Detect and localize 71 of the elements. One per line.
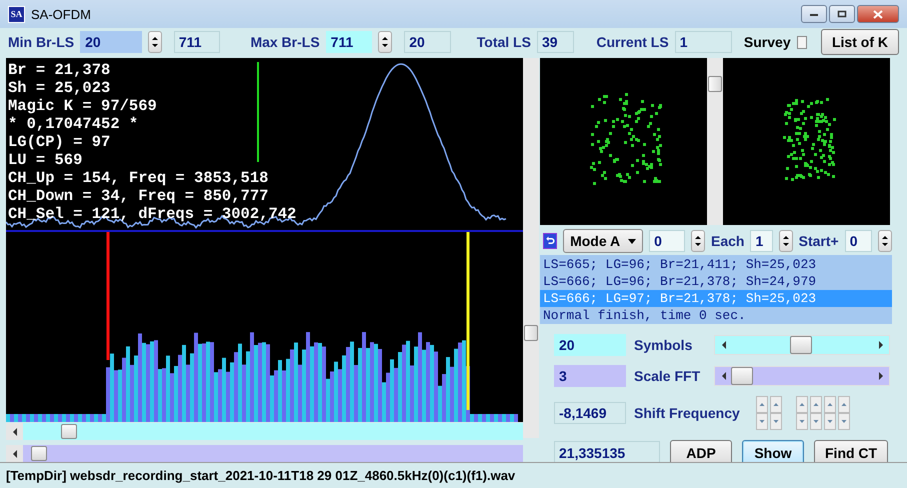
left-arrow-icon	[12, 450, 18, 458]
field-label: Current LS	[596, 34, 669, 50]
value-field: 1	[674, 31, 732, 53]
survey-checkbox[interactable]	[796, 36, 807, 48]
spinner-button[interactable]	[690, 230, 706, 252]
field-label: Shift Frequency	[634, 405, 741, 421]
spinner-button[interactable]	[878, 230, 892, 252]
log-entry[interactable]: LS=665; LG=96; Br=21,411; Sh=25,023	[540, 256, 892, 273]
readout-text: LU = 569	[8, 151, 82, 169]
input-field[interactable]: 0	[844, 230, 872, 252]
minimize-icon	[809, 11, 819, 17]
field-label: Max Br-LS	[250, 34, 320, 50]
scrollbar[interactable]	[523, 58, 539, 438]
scrollbar[interactable]	[6, 445, 523, 462]
mode-dropdown[interactable]: Mode A	[563, 229, 644, 253]
input-field[interactable]: 20	[80, 31, 142, 53]
spinner-button[interactable]	[378, 31, 392, 53]
input-field[interactable]: 20	[554, 334, 626, 356]
readout-text: CH_Sel = 121, dFreqs = 3002,742	[8, 205, 296, 223]
readout-text: Br = 21,378	[8, 61, 110, 79]
value-field: 39	[536, 31, 574, 53]
right-arrow-icon	[878, 341, 884, 349]
spinner-button[interactable]	[148, 31, 162, 53]
field-label: Start+	[798, 233, 839, 249]
left-arrow-icon	[720, 372, 726, 380]
value-field: -8,1469	[554, 402, 626, 424]
slider[interactable]	[714, 366, 890, 386]
input-field[interactable]: 0	[649, 230, 685, 252]
close-button[interactable]	[857, 5, 899, 23]
field-label: Scale FFT	[634, 368, 702, 384]
slider-thumb[interactable]	[731, 367, 754, 385]
right-arrow-icon	[878, 372, 884, 380]
checkbox-label: Survey	[744, 34, 791, 50]
readout-text: CH_Down = 34, Freq = 850,777	[8, 187, 268, 205]
caret-icon	[628, 238, 636, 244]
readout-text: CH_Up = 154, Freq = 3853,518	[8, 169, 268, 187]
scrollbar-thumb[interactable]	[524, 325, 538, 341]
readout-text: LG(CP) = 97	[8, 133, 110, 151]
readout-text: * 0,17047452 *	[8, 115, 138, 133]
window-title: SA-OFDM	[31, 6, 91, 22]
scrollbar-thumb[interactable]	[31, 446, 47, 461]
field-label: Symbols	[634, 337, 694, 353]
left-arrow-icon	[12, 428, 18, 436]
value-field: 20	[404, 31, 451, 53]
scrollbar-thumb[interactable]	[61, 424, 77, 439]
log-entry[interactable]: Normal finish, time 0 sec.	[540, 307, 892, 324]
readout-text: Magic K = 97/569	[8, 97, 157, 115]
value-field: 711	[174, 31, 220, 53]
minimize-button[interactable]	[801, 5, 827, 23]
field-label: Total LS	[476, 34, 531, 50]
spinner-button[interactable]	[778, 230, 793, 252]
field-label: Min Br-LS	[8, 34, 74, 50]
log-entry[interactable]: LS=666; LG=96; Br=21,378; Sh=24,979	[540, 273, 892, 290]
readout-text: Sh = 25,023	[8, 79, 110, 97]
maximize-icon	[837, 10, 847, 18]
status-text: [TempDir] websdr_recording_start_2021-10-11T18 29 01Z_4860.5kHz(0)(c1)(f1).wav	[6, 468, 516, 483]
input-field[interactable]: 3	[554, 365, 626, 387]
input-field[interactable]: 711	[326, 31, 372, 53]
close-icon	[873, 10, 883, 18]
slider-thumb[interactable]	[790, 336, 812, 354]
left-arrow-icon	[720, 341, 726, 349]
scrollbar[interactable]	[6, 423, 523, 440]
scrollbar-thumb[interactable]	[708, 76, 722, 92]
slider[interactable]	[714, 335, 890, 355]
maximize-button[interactable]	[829, 5, 855, 23]
app-logo: SA	[8, 6, 25, 22]
field-label: Each	[711, 233, 744, 249]
input-field[interactable]: 1	[750, 230, 773, 252]
list-of-k-button[interactable]: List of K	[820, 29, 899, 55]
scrollbar[interactable]	[707, 58, 723, 225]
undo-icon[interactable]	[543, 233, 558, 249]
